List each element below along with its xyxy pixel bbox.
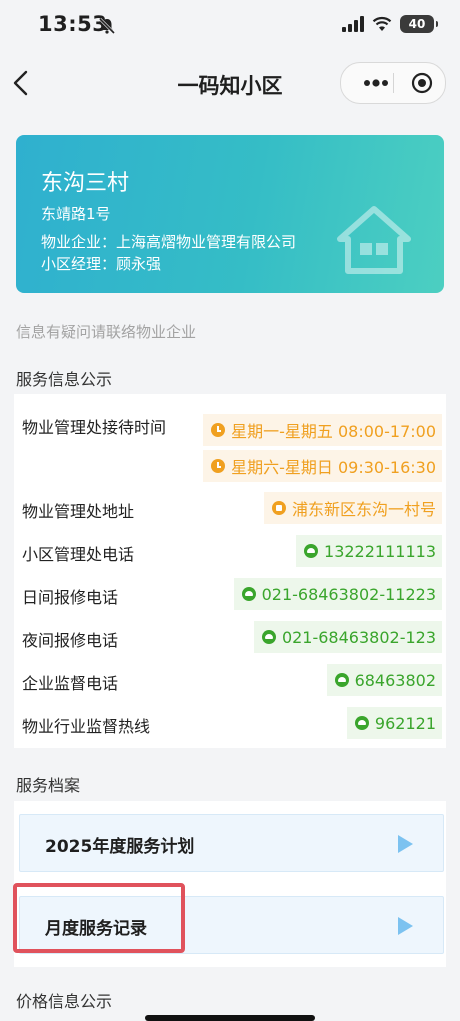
weekday-hours-tag: 星期一-星期五 08:00-17:00: [203, 414, 442, 446]
highlight-box: [13, 883, 185, 953]
office-phone: 13222111113: [324, 541, 436, 561]
hotline-label: 物业行业监督热线: [22, 717, 151, 736]
hotline-phone: 962121: [374, 713, 436, 733]
service-info-card: 物业管理处接待时间 星期一-星期五 08:00-17:00 星期六-星期日 09…: [14, 394, 446, 748]
home-indicator: [145, 1015, 315, 1021]
night-repair-label: 夜间报修电话: [22, 631, 119, 650]
nav-bar: 一码知小区: [0, 50, 460, 116]
office-phone-tag[interactable]: 13222111113: [296, 535, 442, 567]
weekday-hours: 星期一-星期五 08:00-17:00: [231, 422, 436, 441]
hotline-tag[interactable]: 962121: [346, 707, 442, 739]
phone-icon: [241, 587, 256, 601]
phone-icon: [304, 544, 319, 558]
clock-icon: [211, 423, 226, 437]
office-address-label: 物业管理处地址: [22, 502, 135, 521]
weekend-hours: 星期六-星期日 09:30-16:30: [231, 458, 436, 477]
play-arrow-icon: [398, 835, 413, 853]
mini-program-capsule: [340, 62, 446, 104]
status-time: 13:53: [38, 12, 108, 36]
day-repair-label: 日间报修电话: [22, 588, 119, 607]
community-manager: 小区经理：顾永强: [41, 255, 162, 273]
capsule-divider: [393, 73, 394, 93]
wifi-icon: [372, 16, 392, 31]
close-target-icon[interactable]: [411, 72, 433, 94]
annual-plan-button[interactable]: 2025年度服务计划: [19, 814, 444, 872]
office-address: 浦东新区东沟一村号: [291, 500, 436, 519]
phone-icon: [354, 716, 369, 730]
night-repair-tag[interactable]: 021-68463802-123: [253, 621, 442, 653]
house-icon: [337, 206, 411, 274]
office-phone-label: 小区管理处电话: [22, 545, 135, 564]
location-icon: [271, 501, 286, 515]
clock-icon: [211, 459, 226, 473]
archive-title: 服务档案: [16, 776, 81, 795]
play-arrow-icon: [398, 917, 413, 935]
day-repair-tag[interactable]: 021-68463802-11223: [233, 578, 442, 610]
more-options-icon[interactable]: [363, 76, 389, 90]
community-address: 东靖路1号: [41, 205, 111, 223]
supervision-tag[interactable]: 68463802: [326, 664, 442, 696]
community-card: 东沟三村 东靖路1号 物业企业：上海高熠物业管理有限公司 小区经理：顾永强: [16, 135, 444, 293]
supervision-phone: 68463802: [354, 670, 436, 690]
battery-icon: 40: [400, 15, 438, 33]
annual-plan-label: 2025年度服务计划: [45, 837, 195, 857]
phone-icon: [334, 673, 349, 687]
reception-hours-label: 物业管理处接待时间: [22, 418, 167, 437]
mute-bell-icon: [98, 17, 116, 35]
status-bar: 13:53 40: [0, 0, 460, 50]
night-repair-phone: 021-68463802-123: [281, 627, 436, 647]
weekend-hours-tag: 星期六-星期日 09:30-16:30: [203, 450, 442, 482]
property-company: 物业企业：上海高熠物业管理有限公司: [41, 233, 297, 251]
price-info-title: 价格信息公示: [16, 992, 113, 1011]
office-address-tag[interactable]: 浦东新区东沟一村号: [263, 492, 442, 524]
supervision-label: 企业监督电话: [22, 674, 119, 693]
contact-hint: 信息有疑问请联络物业企业: [16, 323, 197, 341]
community-name: 东沟三村: [41, 171, 130, 196]
day-repair-phone: 021-68463802-11223: [261, 584, 436, 604]
service-info-title: 服务信息公示: [16, 370, 113, 389]
signal-icon: [342, 16, 364, 32]
phone-icon: [261, 630, 276, 644]
